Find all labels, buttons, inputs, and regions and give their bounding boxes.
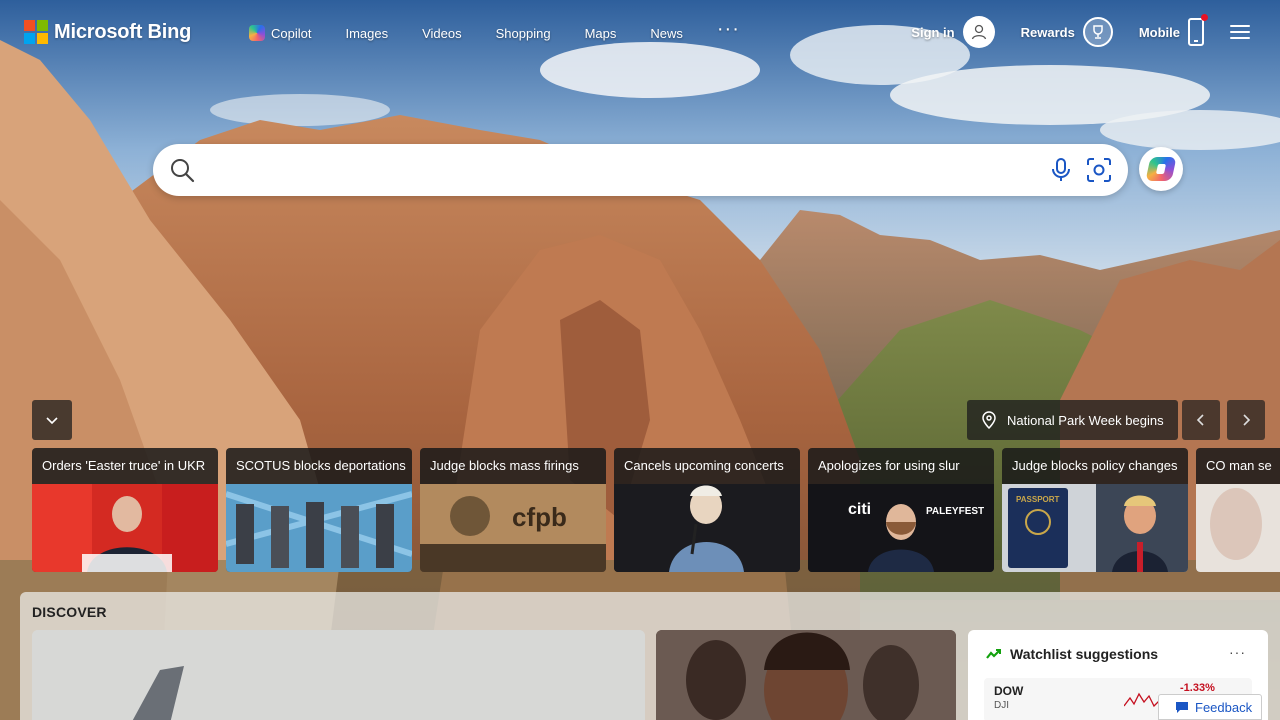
copilot-icon [249, 25, 265, 41]
feedback-button[interactable]: Feedback [1158, 694, 1262, 720]
news-card[interactable]: Apologizes for using slur citi PALEYFEST [808, 448, 994, 572]
microsoft-logo-icon [24, 20, 48, 44]
nav-label-maps: Maps [584, 25, 617, 41]
image-caption: National Park Week begins [1007, 412, 1164, 428]
news-card-title: Cancels upcoming concerts [624, 458, 784, 473]
top-header: Microsoft Bing Copilot Images Videos Sho… [0, 0, 1280, 66]
discover-section: DISCOVER Watchlist suggestions ··· DOW D… [20, 592, 1280, 720]
news-card-title: Judge blocks mass firings [430, 458, 579, 473]
bing-logo[interactable]: Microsoft Bing [24, 20, 191, 44]
top-nav: Copilot Images Videos Shopping Maps News… [249, 19, 774, 41]
cfpb-sign: cfpb [512, 502, 567, 532]
nav-label-videos: Videos [422, 25, 462, 41]
news-card[interactable]: SCOTUS blocks deportations [226, 448, 412, 572]
stock-name: DJI [994, 700, 1009, 711]
watchlist-more-button[interactable]: ··· [1229, 644, 1246, 660]
visual-search-icon[interactable] [1086, 157, 1112, 188]
discover-card-image [32, 630, 645, 720]
sign-in-button[interactable]: Sign in [911, 16, 995, 48]
image-info-button[interactable]: National Park Week begins [967, 400, 1178, 440]
mobile-label: Mobile [1138, 24, 1180, 40]
passport-label: PASSPORT [1016, 495, 1060, 504]
news-card-image [1196, 484, 1280, 572]
copilot-icon [1145, 157, 1177, 181]
news-card-image [32, 484, 218, 572]
news-card-title: Apologizes for using slur [818, 458, 960, 473]
nav-item-videos[interactable]: Videos [422, 26, 462, 41]
news-carousel: Orders 'Easter truce' in UKR SCOTUS bloc… [32, 448, 1280, 572]
news-card[interactable]: Judge blocks policy changes PASSPORT [1002, 448, 1188, 572]
news-card-title: SCOTUS blocks deportations [236, 458, 406, 473]
discover-card[interactable] [32, 630, 645, 720]
microphone-icon[interactable] [1051, 158, 1071, 187]
news-card-image: citi PALEYFEST [808, 484, 994, 572]
watchlist-title: Watchlist suggestions [1010, 646, 1159, 662]
user-avatar-icon [962, 16, 995, 48]
notification-dot [1201, 14, 1208, 21]
brand-name: Microsoft Bing [54, 20, 192, 43]
nav-more-button[interactable]: ··· [717, 19, 740, 39]
nav-item-images[interactable]: Images [345, 26, 388, 41]
previous-image-button[interactable] [1182, 400, 1220, 440]
discover-card-image [656, 630, 956, 720]
news-card-image [226, 484, 412, 572]
nav-item-news[interactable]: News [650, 26, 683, 41]
stock-change: -1.33% [1180, 682, 1215, 694]
location-pin-icon [982, 411, 996, 429]
rewards-label: Rewards [1020, 24, 1075, 40]
phone-icon [1188, 14, 1208, 46]
collapse-news-button[interactable] [32, 400, 72, 440]
nav-item-maps[interactable]: Maps [585, 26, 617, 41]
nav-label-copilot: Copilot [271, 25, 312, 41]
mobile-button[interactable]: Mobile [1138, 14, 1208, 46]
search-box [153, 144, 1128, 196]
sign-in-label: Sign in [911, 24, 955, 40]
search-icon[interactable] [169, 157, 195, 188]
nav-label-images: Images [345, 25, 389, 41]
paleyfest-logo-text: PALEYFEST [926, 506, 984, 517]
news-card[interactable]: Orders 'Easter truce' in UKR [32, 448, 218, 572]
stock-symbol: DOW [994, 684, 1024, 698]
chevron-down-icon [46, 417, 58, 425]
discover-heading: DISCOVER [32, 604, 107, 620]
news-card[interactable]: Cancels upcoming concerts [614, 448, 800, 572]
rewards-button[interactable]: Rewards [1021, 17, 1113, 47]
menu-hamburger-icon[interactable] [1230, 25, 1250, 39]
news-card-image: cfpb [420, 484, 606, 572]
feedback-chat-icon [1176, 701, 1188, 713]
news-card-title: Orders 'Easter truce' in UKR [42, 458, 206, 473]
next-image-button[interactable] [1227, 400, 1265, 440]
search-input[interactable] [209, 154, 1029, 186]
header-right: Sign in Rewards Mobile [911, 14, 1280, 48]
news-card-image [614, 484, 800, 572]
news-card[interactable]: Judge blocks mass firings cfpb [420, 448, 606, 572]
trend-up-icon [986, 649, 1001, 659]
nav-label-shopping: Shopping [495, 25, 551, 41]
citi-logo-text: citi [848, 501, 871, 518]
chevron-left-icon [1196, 414, 1204, 426]
nav-item-copilot[interactable]: Copilot [249, 25, 311, 41]
copilot-button[interactable] [1139, 147, 1183, 191]
feedback-label: Feedback [1195, 699, 1253, 715]
nav-label-news: News [650, 25, 683, 41]
rewards-trophy-icon [1082, 17, 1113, 47]
news-card-title: Judge blocks policy changes [1012, 458, 1178, 473]
nav-item-shopping[interactable]: Shopping [496, 26, 551, 41]
news-card-image: PASSPORT [1002, 484, 1188, 572]
discover-card[interactable] [656, 630, 956, 720]
watchlist-header: Watchlist suggestions [986, 646, 1158, 662]
news-card-title: CO man se [1206, 458, 1272, 473]
chevron-right-icon [1243, 414, 1251, 426]
news-card[interactable]: CO man se [1196, 448, 1280, 572]
